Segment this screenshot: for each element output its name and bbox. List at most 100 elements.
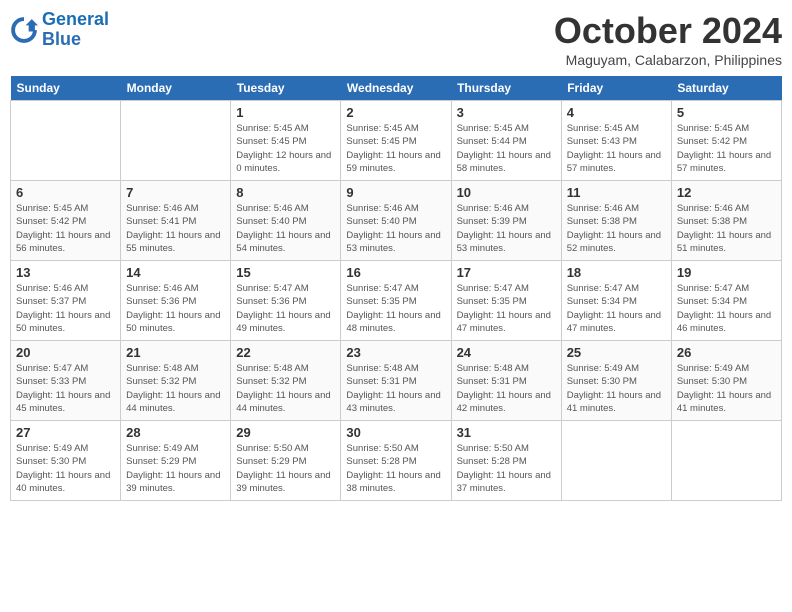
calendar-cell: 6Sunrise: 5:45 AMSunset: 5:42 PMDaylight… — [11, 181, 121, 261]
day-number: 16 — [346, 265, 445, 280]
month-title: October 2024 — [554, 10, 782, 52]
day-detail: Sunrise: 5:45 AMSunset: 5:43 PMDaylight:… — [567, 122, 666, 175]
day-detail: Sunrise: 5:46 AMSunset: 5:36 PMDaylight:… — [126, 282, 225, 335]
day-detail: Sunrise: 5:45 AMSunset: 5:45 PMDaylight:… — [236, 122, 335, 175]
calendar-cell — [11, 101, 121, 181]
calendar-cell: 23 Sunrise: 5:48 AMSunset: 5:31 PMDayligh… — [341, 341, 451, 421]
calendar-cell: 28Sunrise: 5:49 AMSunset: 5:29 PMDayligh… — [121, 421, 231, 501]
week-row-5: 27 Sunrise: 5:49 AMSunset: 5:30 PMDayligh… — [11, 421, 782, 501]
calendar-table: SundayMondayTuesdayWednesdayThursdayFrid… — [10, 76, 782, 501]
title-area: October 2024 Maguyam, Calabarzon, Philip… — [554, 10, 782, 68]
day-number: 31 — [457, 425, 556, 440]
calendar-cell: 9 Sunrise: 5:46 AMSunset: 5:40 PMDaylight… — [341, 181, 451, 261]
day-header-saturday: Saturday — [671, 76, 781, 101]
calendar-cell — [121, 101, 231, 181]
day-detail: Sunrise: 5:45 AMSunset: 5:42 PMDaylight:… — [677, 122, 776, 175]
day-number: 27 — [16, 425, 115, 440]
day-header-friday: Friday — [561, 76, 671, 101]
day-number: 4 — [567, 105, 666, 120]
calendar-cell: 7 Sunrise: 5:46 AMSunset: 5:41 PMDaylight… — [121, 181, 231, 261]
week-row-2: 6Sunrise: 5:45 AMSunset: 5:42 PMDaylight… — [11, 181, 782, 261]
day-detail: Sunrise: 5:49 AMSunset: 5:29 PMDaylight:… — [126, 442, 225, 495]
day-number: 19 — [677, 265, 776, 280]
calendar-cell: 14 Sunrise: 5:46 AMSunset: 5:36 PMDayligh… — [121, 261, 231, 341]
logo-line2: Blue — [42, 29, 81, 49]
day-header-sunday: Sunday — [11, 76, 121, 101]
day-number: 7 — [126, 185, 225, 200]
day-detail: Sunrise: 5:48 AMSunset: 5:32 PMDaylight:… — [236, 362, 335, 415]
day-number: 14 — [126, 265, 225, 280]
day-number: 20 — [16, 345, 115, 360]
day-detail: Sunrise: 5:46 AMSunset: 5:40 PMDaylight:… — [346, 202, 445, 255]
logo-line1: General — [42, 9, 109, 29]
day-detail: Sunrise: 5:45 AMSunset: 5:44 PMDaylight:… — [457, 122, 556, 175]
page-header: General Blue October 2024 Maguyam, Calab… — [10, 10, 782, 68]
day-number: 30 — [346, 425, 445, 440]
day-number: 26 — [677, 345, 776, 360]
day-detail: Sunrise: 5:47 AMSunset: 5:34 PMDaylight:… — [677, 282, 776, 335]
day-number: 18 — [567, 265, 666, 280]
day-number: 1 — [236, 105, 335, 120]
day-header-tuesday: Tuesday — [231, 76, 341, 101]
day-detail: Sunrise: 5:47 AMSunset: 5:35 PMDaylight:… — [457, 282, 556, 335]
day-header-wednesday: Wednesday — [341, 76, 451, 101]
day-number: 6 — [16, 185, 115, 200]
day-detail: Sunrise: 5:48 AMSunset: 5:31 PMDaylight:… — [457, 362, 556, 415]
day-detail: Sunrise: 5:46 AMSunset: 5:38 PMDaylight:… — [567, 202, 666, 255]
week-row-4: 20Sunrise: 5:47 AMSunset: 5:33 PMDayligh… — [11, 341, 782, 421]
day-detail: Sunrise: 5:48 AMSunset: 5:31 PMDaylight:… — [346, 362, 445, 415]
day-number: 10 — [457, 185, 556, 200]
day-detail: Sunrise: 5:47 AMSunset: 5:36 PMDaylight:… — [236, 282, 335, 335]
day-number: 24 — [457, 345, 556, 360]
calendar-cell: 8Sunrise: 5:46 AMSunset: 5:40 PMDaylight… — [231, 181, 341, 261]
calendar-cell: 19 Sunrise: 5:47 AMSunset: 5:34 PMDayligh… — [671, 261, 781, 341]
day-detail: Sunrise: 5:49 AMSunset: 5:30 PMDaylight:… — [567, 362, 666, 415]
calendar-cell: 31 Sunrise: 5:50 AMSunset: 5:28 PMDayligh… — [451, 421, 561, 501]
calendar-cell: 12 Sunrise: 5:46 AMSunset: 5:38 PMDayligh… — [671, 181, 781, 261]
day-number: 15 — [236, 265, 335, 280]
calendar-cell — [561, 421, 671, 501]
logo-icon — [10, 16, 38, 44]
day-header-thursday: Thursday — [451, 76, 561, 101]
day-number: 17 — [457, 265, 556, 280]
day-number: 2 — [346, 105, 445, 120]
day-number: 11 — [567, 185, 666, 200]
calendar-cell: 24 Sunrise: 5:48 AMSunset: 5:31 PMDayligh… — [451, 341, 561, 421]
day-detail: Sunrise: 5:46 AMSunset: 5:41 PMDaylight:… — [126, 202, 225, 255]
logo: General Blue — [10, 10, 109, 50]
day-number: 21 — [126, 345, 225, 360]
day-detail: Sunrise: 5:46 AMSunset: 5:39 PMDaylight:… — [457, 202, 556, 255]
day-header-row: SundayMondayTuesdayWednesdayThursdayFrid… — [11, 76, 782, 101]
day-detail: Sunrise: 5:46 AMSunset: 5:37 PMDaylight:… — [16, 282, 115, 335]
day-detail: Sunrise: 5:50 AMSunset: 5:28 PMDaylight:… — [457, 442, 556, 495]
day-detail: Sunrise: 5:46 AMSunset: 5:40 PMDaylight:… — [236, 202, 335, 255]
logo-text: General Blue — [42, 10, 109, 50]
day-detail: Sunrise: 5:50 AMSunset: 5:28 PMDaylight:… — [346, 442, 445, 495]
day-number: 25 — [567, 345, 666, 360]
day-number: 13 — [16, 265, 115, 280]
calendar-cell: 22 Sunrise: 5:48 AMSunset: 5:32 PMDayligh… — [231, 341, 341, 421]
calendar-cell: 21 Sunrise: 5:48 AMSunset: 5:32 PMDayligh… — [121, 341, 231, 421]
day-detail: Sunrise: 5:47 AMSunset: 5:35 PMDaylight:… — [346, 282, 445, 335]
location-title: Maguyam, Calabarzon, Philippines — [554, 52, 782, 68]
day-detail: Sunrise: 5:49 AMSunset: 5:30 PMDaylight:… — [677, 362, 776, 415]
day-number: 9 — [346, 185, 445, 200]
day-number: 23 — [346, 345, 445, 360]
day-detail: Sunrise: 5:48 AMSunset: 5:32 PMDaylight:… — [126, 362, 225, 415]
day-detail: Sunrise: 5:46 AMSunset: 5:38 PMDaylight:… — [677, 202, 776, 255]
calendar-cell: 2 Sunrise: 5:45 AMSunset: 5:45 PMDaylight… — [341, 101, 451, 181]
calendar-cell: 3 Sunrise: 5:45 AMSunset: 5:44 PMDaylight… — [451, 101, 561, 181]
calendar-cell: 1 Sunrise: 5:45 AMSunset: 5:45 PMDaylight… — [231, 101, 341, 181]
day-number: 22 — [236, 345, 335, 360]
day-detail: Sunrise: 5:45 AMSunset: 5:45 PMDaylight:… — [346, 122, 445, 175]
day-detail: Sunrise: 5:49 AMSunset: 5:30 PMDaylight:… — [16, 442, 115, 495]
calendar-cell: 18 Sunrise: 5:47 AMSunset: 5:34 PMDayligh… — [561, 261, 671, 341]
calendar-cell: 13 Sunrise: 5:46 AMSunset: 5:37 PMDayligh… — [11, 261, 121, 341]
day-header-monday: Monday — [121, 76, 231, 101]
calendar-cell: 20Sunrise: 5:47 AMSunset: 5:33 PMDayligh… — [11, 341, 121, 421]
calendar-cell: 5Sunrise: 5:45 AMSunset: 5:42 PMDaylight… — [671, 101, 781, 181]
day-number: 3 — [457, 105, 556, 120]
day-detail: Sunrise: 5:47 AMSunset: 5:34 PMDaylight:… — [567, 282, 666, 335]
day-number: 12 — [677, 185, 776, 200]
calendar-cell: 16 Sunrise: 5:47 AMSunset: 5:35 PMDayligh… — [341, 261, 451, 341]
